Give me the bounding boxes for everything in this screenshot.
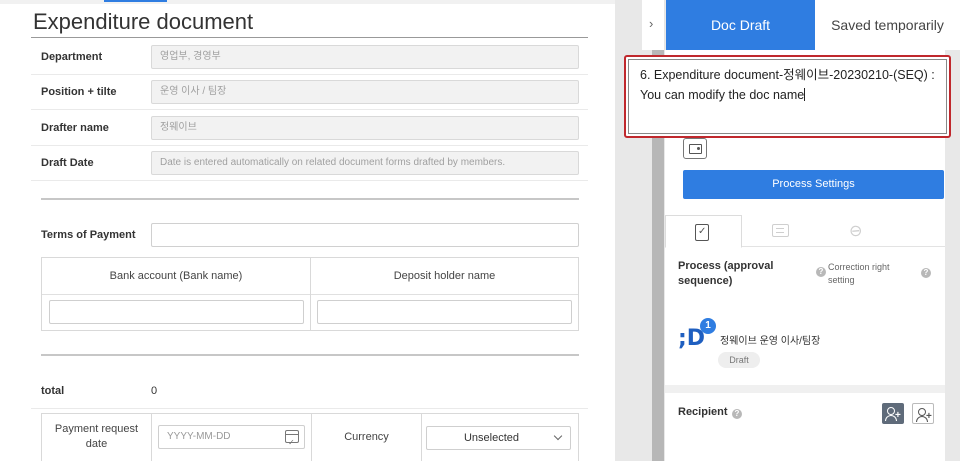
panel-icon-tabs: ⊘ (665, 215, 945, 248)
bank-table: Bank account (Bank name) Deposit holder … (41, 257, 579, 331)
draft-date-label: Draft Date (41, 157, 94, 169)
tab-approval-process[interactable] (665, 215, 742, 248)
terms-of-payment-row: Terms of Payment (31, 216, 588, 254)
tab-saved-temporarily[interactable]: Saved temporarily (815, 0, 960, 50)
total-label: total (41, 385, 65, 397)
doc-name-input[interactable]: 6. Expenditure document-정웨이브-20230210-(S… (628, 59, 947, 134)
section-divider-2 (41, 354, 579, 356)
order-badge: 1 (700, 318, 716, 334)
title-divider (31, 37, 588, 38)
plus-glyph: + (895, 410, 901, 421)
drafter-row: Drafter name 정웨이브 (31, 110, 588, 146)
deposit-holder-header: Deposit holder name (311, 258, 578, 295)
draft-date-row: Draft Date Date is entered automatically… (31, 145, 588, 181)
help-icon[interactable]: ? (816, 267, 826, 277)
add-person-icon (918, 408, 926, 416)
comment-icon (772, 224, 789, 237)
bank-account-input[interactable] (49, 300, 304, 324)
tab-attachments[interactable]: ⊘ (819, 215, 896, 247)
currency-label: Currency (312, 414, 422, 461)
department-field: 영업부, 경영부 (151, 45, 579, 69)
app-root: Expenditure document Department 영업부, 경영부… (0, 0, 960, 461)
total-value: 0 (151, 385, 158, 397)
payment-request-date-label: Payment request date (42, 414, 152, 461)
doc-name-editor: 6. Expenditure document-정웨이브-20230210-(S… (624, 55, 951, 138)
draft-date-field: Date is entered automatically on related… (151, 151, 579, 175)
doc-name-text: 6. Expenditure document-정웨이브-20230210-(S… (640, 68, 935, 102)
paperclip-icon: ⊘ (844, 220, 866, 243)
correction-right-label[interactable]: Correction right setting (828, 261, 918, 287)
document-check-icon (695, 224, 709, 241)
total-row: total 0 (31, 373, 588, 409)
currency-select[interactable]: Unselected (426, 426, 571, 450)
deposit-holder-input[interactable] (317, 300, 572, 324)
position-row: Position + tilte 운영 이사 / 팀장 (31, 74, 588, 110)
payment-date-placeholder: YYYY-MM-DD (167, 431, 231, 442)
payment-table: Payment request date YYYY-MM-DD Currency… (41, 413, 579, 461)
wallet-icon[interactable] (683, 138, 707, 159)
tab-doc-draft[interactable]: Doc Draft (666, 0, 815, 50)
add-person-icon (887, 407, 895, 415)
process-settings-button[interactable]: Process Settings (683, 170, 944, 199)
add-reference-button[interactable]: + (912, 403, 934, 424)
chevron-down-icon (553, 431, 563, 441)
department-label: Department (41, 51, 103, 63)
text-caret (804, 88, 806, 101)
approver-item: ;D 1 정웨이브 운영 이사/팀장 Draft (678, 318, 938, 378)
recipient-divider (665, 385, 945, 393)
help-icon[interactable]: ? (732, 409, 742, 419)
chevron-right-icon: › (649, 16, 654, 31)
drafter-field: 정웨이브 (151, 116, 579, 140)
drafter-label: Drafter name (41, 122, 109, 134)
top-accent (104, 0, 167, 2)
calendar-icon[interactable] (285, 430, 299, 454)
terms-of-payment-input[interactable] (151, 223, 579, 247)
section-divider (41, 198, 579, 200)
recipient-label: Recipient (678, 406, 728, 418)
payment-date-input[interactable]: YYYY-MM-DD (158, 425, 305, 454)
status-badge: Draft (718, 352, 760, 368)
terms-of-payment-label: Terms of Payment (41, 229, 136, 241)
top-strip (0, 0, 615, 4)
process-title: Process (approval sequence) (678, 260, 774, 287)
help-icon[interactable]: ? (921, 268, 931, 278)
position-field: 운영 이사 / 팀장 (151, 80, 579, 104)
position-label: Position + tilte (41, 86, 117, 98)
document-form: Expenditure document Department 영업부, 경영부… (0, 0, 615, 461)
plus-glyph: + (926, 411, 932, 422)
department-row: Department 영업부, 경영부 (31, 39, 588, 75)
document-title: Expenditure document (33, 9, 254, 34)
collapse-panel-button[interactable]: › (642, 0, 665, 50)
add-recipient-button[interactable]: + (882, 403, 904, 424)
tab-comments[interactable] (742, 215, 819, 247)
bank-account-header: Bank account (Bank name) (42, 258, 310, 295)
approver-name: 정웨이브 운영 이사/팀장 (720, 336, 821, 347)
table-column-divider (310, 258, 311, 330)
currency-value: Unselected (463, 432, 520, 444)
